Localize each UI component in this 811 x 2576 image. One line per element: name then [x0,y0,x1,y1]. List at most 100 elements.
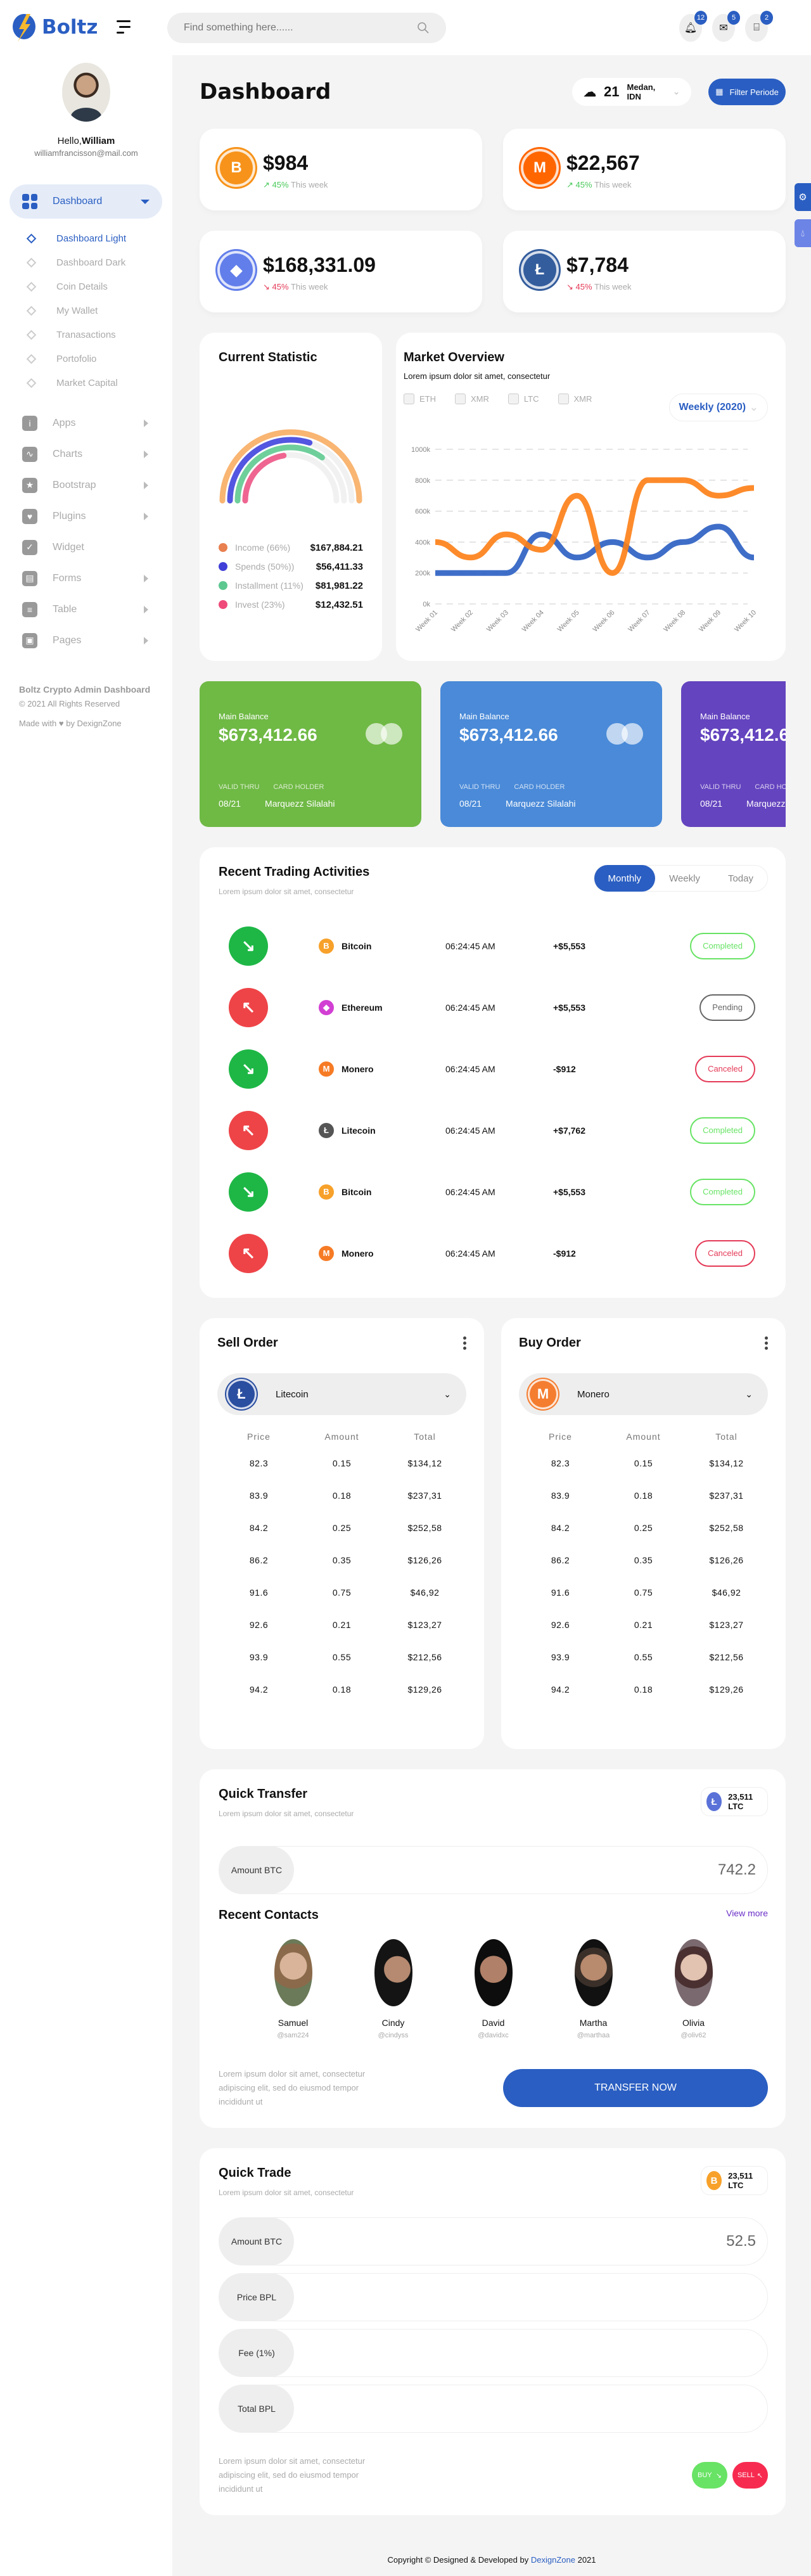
table-cell: 83.9 [551,1490,570,1501]
tab-today[interactable]: Today [714,865,767,892]
table-cell: 0.35 [332,1555,352,1565]
balance-card[interactable]: Main Balance$673,412.66VALID THRUCARD HO… [200,681,421,827]
balance-card[interactable]: Main Balance$673,412.66VALID THRUCARD HO… [440,681,662,827]
amount-input[interactable] [629,1861,756,1879]
table-cell: 0.21 [634,1620,653,1630]
sidebar-item-plugins[interactable]: ♥ Plugins [0,501,172,532]
sidebar-item-apps[interactable]: i Apps [0,407,172,439]
contact-avatar[interactable] [274,1939,312,2006]
checkbox-xmr[interactable]: XMR [455,394,489,404]
status-badge[interactable]: Canceled [695,1240,755,1267]
coin-select[interactable]: Ł Litecoin ⌄ [217,1373,466,1415]
period-select[interactable]: Weekly (2020) ⌄ [669,394,768,421]
status-badge[interactable]: Completed [690,932,755,959]
wallet-select[interactable]: B 23,511 LTC [701,2166,768,2195]
logo[interactable]: Boltz [11,13,98,42]
more-options-icon[interactable] [765,1336,768,1350]
valid-thru: 08/21 [700,798,723,809]
contact-item[interactable]: Olivia @oliv62 [674,1939,713,2039]
sidebar-item-table[interactable]: ≡ Table [0,594,172,625]
legend-item: Invest (23%) $12,432.51 [219,595,363,614]
submenu-item[interactable]: Market Capital [28,371,172,395]
coin-card[interactable]: B $984 ↗ 45% This week [200,129,482,210]
avatar[interactable] [62,63,110,122]
gifts-button[interactable]: ⌸ 2 [745,11,773,42]
sell-button[interactable]: SELL ↖ [732,2462,768,2489]
checkbox-eth[interactable]: ETH [404,394,436,404]
checkbox-label: ETH [419,394,436,404]
search-icon[interactable] [417,22,430,34]
search-input[interactable] [184,22,374,34]
trade-amount: +$5,553 [553,940,585,951]
checkbox-xmr[interactable]: XMR [558,394,592,404]
balance-card[interactable]: Main Balance$673,412.66VALID THRUCARD HO… [681,681,786,827]
sidebar-item-widget[interactable]: ✓ Widget [0,532,172,563]
table-cell: 92.6 [551,1620,570,1630]
sidebar-item-charts[interactable]: ∿ Charts [0,439,172,470]
sidebar-item-pages[interactable]: ▣ Pages [0,625,172,656]
checkbox[interactable] [558,394,569,404]
more-options-icon[interactable] [463,1336,466,1350]
sidebar-item-bootstrap[interactable]: ★ Bootstrap [0,470,172,501]
view-more-link[interactable]: View more [726,1908,768,1923]
contact-item[interactable]: Samuel @sam224 [274,1939,312,2039]
tab-monthly[interactable]: Monthly [594,865,656,892]
table-cell: 0.55 [634,1652,653,1662]
submenu-item[interactable]: Dashboard Light [28,226,172,250]
coin-card[interactable]: ◆ $168,331.09 ↘ 45% This week [200,231,482,312]
status-badge[interactable]: Pending [699,994,755,1021]
transfer-now-button[interactable]: TRANSFER NOW [503,2069,768,2107]
coin-period: This week [594,180,632,189]
table-cell: 94.2 [249,1684,269,1695]
checkbox[interactable] [455,394,466,404]
chevron-down-icon: ⌄ [444,1388,451,1399]
sidebar-item-dashboard[interactable]: Dashboard [10,184,162,219]
gift-icon: ⌸ [753,22,760,33]
checkbox-label: LTC [523,394,539,404]
messages-button[interactable]: ✉︎ 5 [712,11,740,42]
contact-avatar[interactable] [374,1939,412,2006]
tab-weekly[interactable]: Weekly [655,865,714,892]
buy-button[interactable]: BUY ↘ [692,2462,727,2489]
contact-item[interactable]: Cindy @cindyss [374,1939,412,2039]
coin-card[interactable]: Ł $7,784 ↘ 45% This week [503,231,786,312]
contact-avatar[interactable] [574,1939,613,2006]
contact-avatar[interactable] [674,1939,713,2006]
sidebar: Hello,William williamfrancisson@mail.com… [0,55,172,2576]
status-badge[interactable]: Completed [690,1178,755,1205]
table-cell: 83.9 [249,1490,269,1501]
status-badge[interactable]: Completed [690,1117,755,1144]
footer-link[interactable]: DexignZone [531,2555,575,2565]
page-title: Dashboard [200,79,331,105]
checkbox[interactable] [404,394,414,404]
status-badge[interactable]: Canceled [695,1055,755,1082]
trade-input[interactable] [629,2233,756,2250]
contact-item[interactable]: Martha @marthaa [574,1939,613,2039]
filter-periode-button[interactable]: ▦ Filter Periode [708,79,786,105]
coin-name: Bitcoin [342,940,372,951]
settings-button[interactable]: ⚙ [795,183,811,211]
period-value: Weekly (2020) [679,402,746,413]
contact-item[interactable]: David @davidxc [474,1939,513,2039]
valid-thru-label: VALID THRU [219,783,260,791]
contact-avatar[interactable] [474,1939,513,2006]
submenu-item[interactable]: Tranasactions [28,323,172,347]
trade-input[interactable] [629,2400,756,2418]
checkbox-ltc[interactable]: LTC [508,394,539,404]
submenu-item[interactable]: Portofolio [28,347,172,371]
wallet-select[interactable]: Ł 23,511 LTC [701,1787,768,1816]
submenu-item[interactable]: Dashboard Dark [28,250,172,274]
trade-input[interactable] [629,2288,756,2306]
menu-toggle-button[interactable] [117,20,132,34]
trade-input[interactable] [629,2344,756,2362]
top-bar: Boltz 🔔︎12 ✉︎5 ⌸2 [0,0,811,55]
coin-card[interactable]: M $22,567 ↗ 45% This week [503,129,786,210]
submenu-item[interactable]: My Wallet [28,298,172,323]
checkbox[interactable] [508,394,519,404]
weather-widget[interactable]: ☁ 21 Medan, IDN ⌄ [572,78,691,106]
sidebar-item-forms[interactable]: ▤ Forms [0,563,172,594]
theme-button[interactable]: 💧︎ [795,219,811,247]
coin-select[interactable]: M Monero ⌄ [519,1373,768,1415]
notifications-button[interactable]: 🔔︎ 12 [679,11,707,42]
submenu-item[interactable]: Coin Details [28,274,172,298]
